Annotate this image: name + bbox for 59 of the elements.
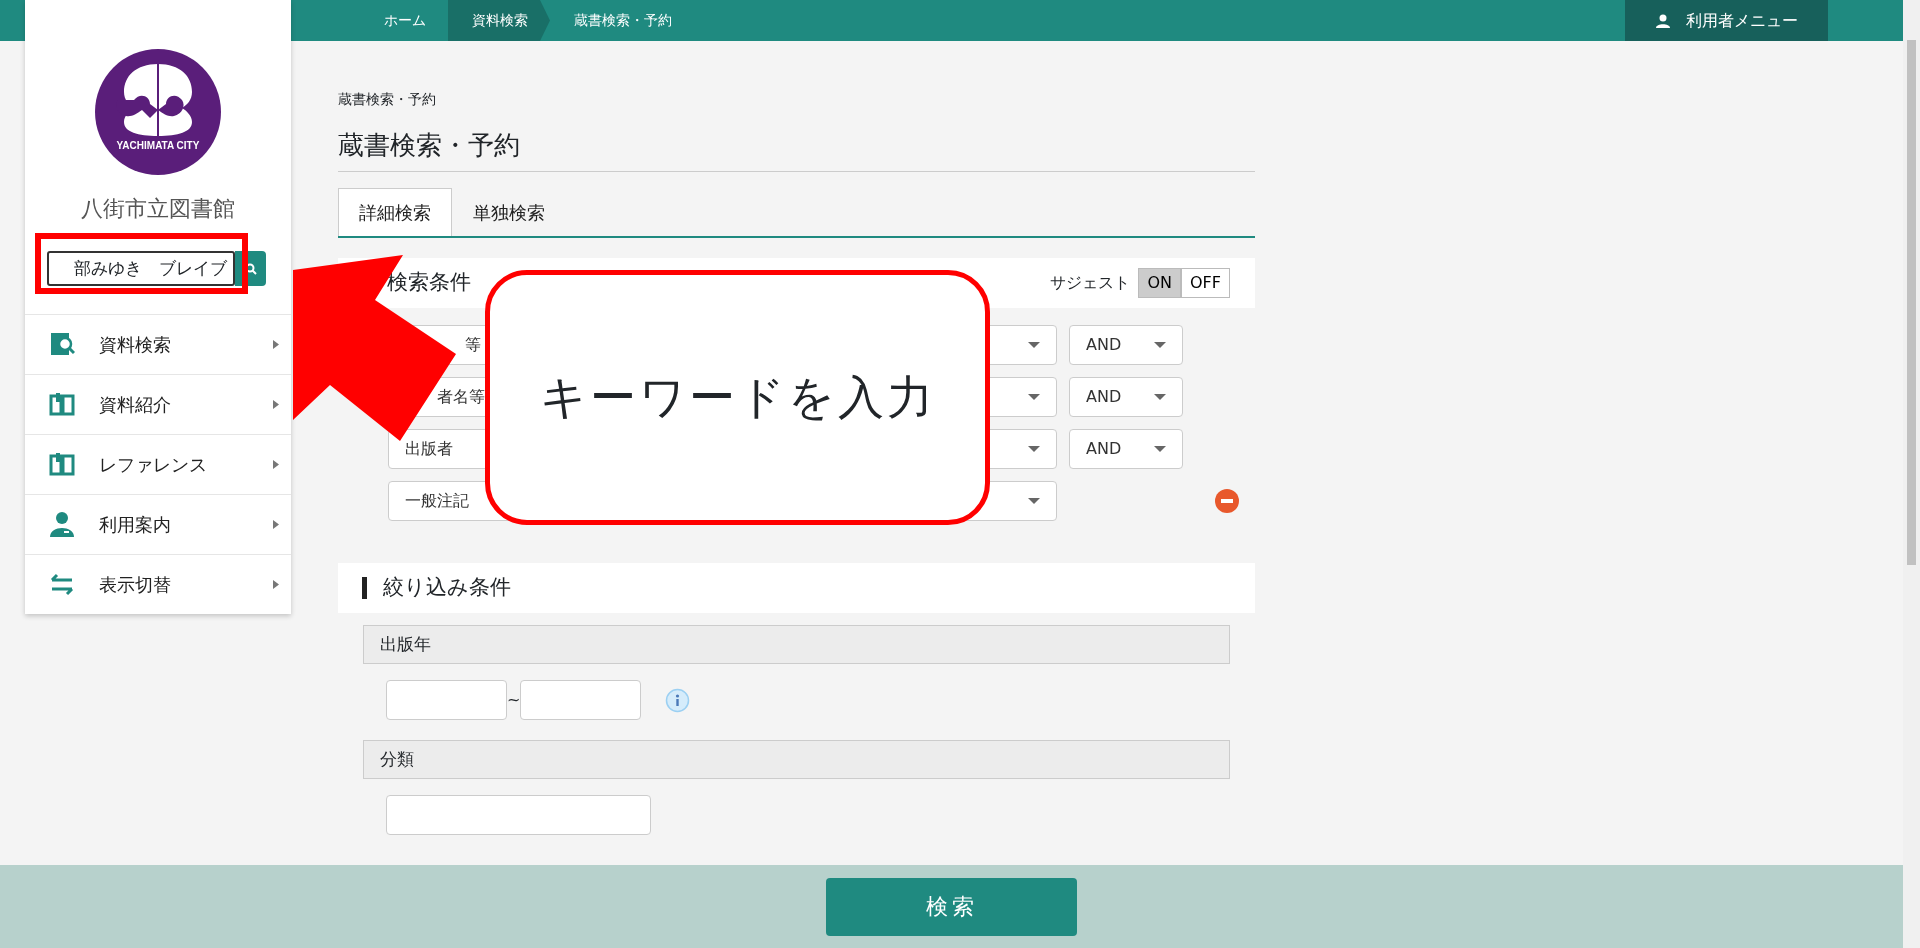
tab[interactable]: 詳細検索 [338, 188, 452, 236]
menu-item-label: レファレンス [99, 453, 208, 477]
search-submit-button[interactable]: 検索 [826, 877, 1077, 936]
remove-button[interactable] [1215, 489, 1239, 513]
filter-header: 分類 [363, 740, 1230, 779]
caret-icon [1154, 446, 1166, 452]
filter-header: 出版年 [363, 625, 1230, 664]
caret-icon [1028, 394, 1040, 400]
toggle-option[interactable]: OFF [1181, 268, 1230, 298]
tab[interactable]: 単独検索 [452, 188, 566, 236]
menu-item[interactable]: 資料検索 [25, 314, 291, 374]
breadcrumb-text: 蔵書検索・予約 [338, 90, 437, 109]
caret-icon [1028, 446, 1040, 452]
menu-item[interactable]: 利用案内 [25, 494, 291, 554]
caret-icon [1154, 342, 1166, 348]
caret-icon [1028, 342, 1040, 348]
callout-text: キーワードを入力 [539, 369, 936, 426]
menu-item[interactable]: 資料紹介 [25, 374, 291, 434]
info-icon[interactable] [665, 687, 691, 713]
user-menu-button[interactable]: 利用者メニュー [1625, 0, 1828, 41]
breadcrumb-link[interactable]: 資料検索 [448, 0, 550, 41]
search-field[interactable]: 部みゆき ブレイブ [47, 251, 235, 286]
caret-icon [273, 460, 279, 469]
heading-bar [362, 577, 367, 599]
menu-item[interactable]: レファレンス [25, 434, 291, 494]
menu-item-label: 資料紹介 [99, 393, 172, 417]
library-name: 八街市立図書館 [80, 195, 236, 223]
year-from-field[interactable] [386, 680, 507, 720]
section-heading: 検索条件 [387, 269, 471, 297]
operator-select[interactable]: AND [1069, 325, 1183, 365]
open-book-icon [49, 391, 75, 418]
operator-select[interactable]: AND [1069, 377, 1183, 417]
classification-field[interactable] [386, 795, 651, 835]
caret-icon [1154, 394, 1166, 400]
range-separator: ~ [507, 689, 521, 711]
person-icon [49, 511, 75, 538]
open-book-icon [49, 451, 75, 478]
caret-icon [273, 400, 279, 409]
caret-icon [273, 580, 279, 589]
caret-icon [273, 520, 279, 529]
operator-select[interactable]: AND [1069, 429, 1183, 469]
breadcrumb-link[interactable]: ホーム [360, 0, 448, 41]
caret-icon [1028, 498, 1040, 504]
menu-item-label: 表示切替 [99, 573, 172, 597]
suggest-label: サジェスト [1050, 272, 1131, 294]
caret-icon [273, 340, 279, 349]
breadcrumb-link[interactable]: 蔵書検索・予約 [550, 0, 694, 41]
section-heading: 絞り込み条件 [383, 574, 511, 602]
menu-item-label: 利用案内 [99, 513, 172, 537]
page-title: 蔵書検索・予約 [338, 126, 1255, 172]
scrollbar[interactable] [1903, 0, 1920, 948]
swap-arrows-icon [49, 571, 75, 598]
menu-item-label: 資料検索 [99, 333, 172, 357]
city-logo: YACHIMATA CITY [94, 48, 222, 176]
person-icon [1655, 13, 1670, 28]
menu-item[interactable]: 表示切替 [25, 554, 291, 614]
toggle-option[interactable]: ON [1138, 268, 1181, 298]
year-to-field[interactable] [520, 680, 642, 720]
document-search-icon [49, 331, 75, 358]
